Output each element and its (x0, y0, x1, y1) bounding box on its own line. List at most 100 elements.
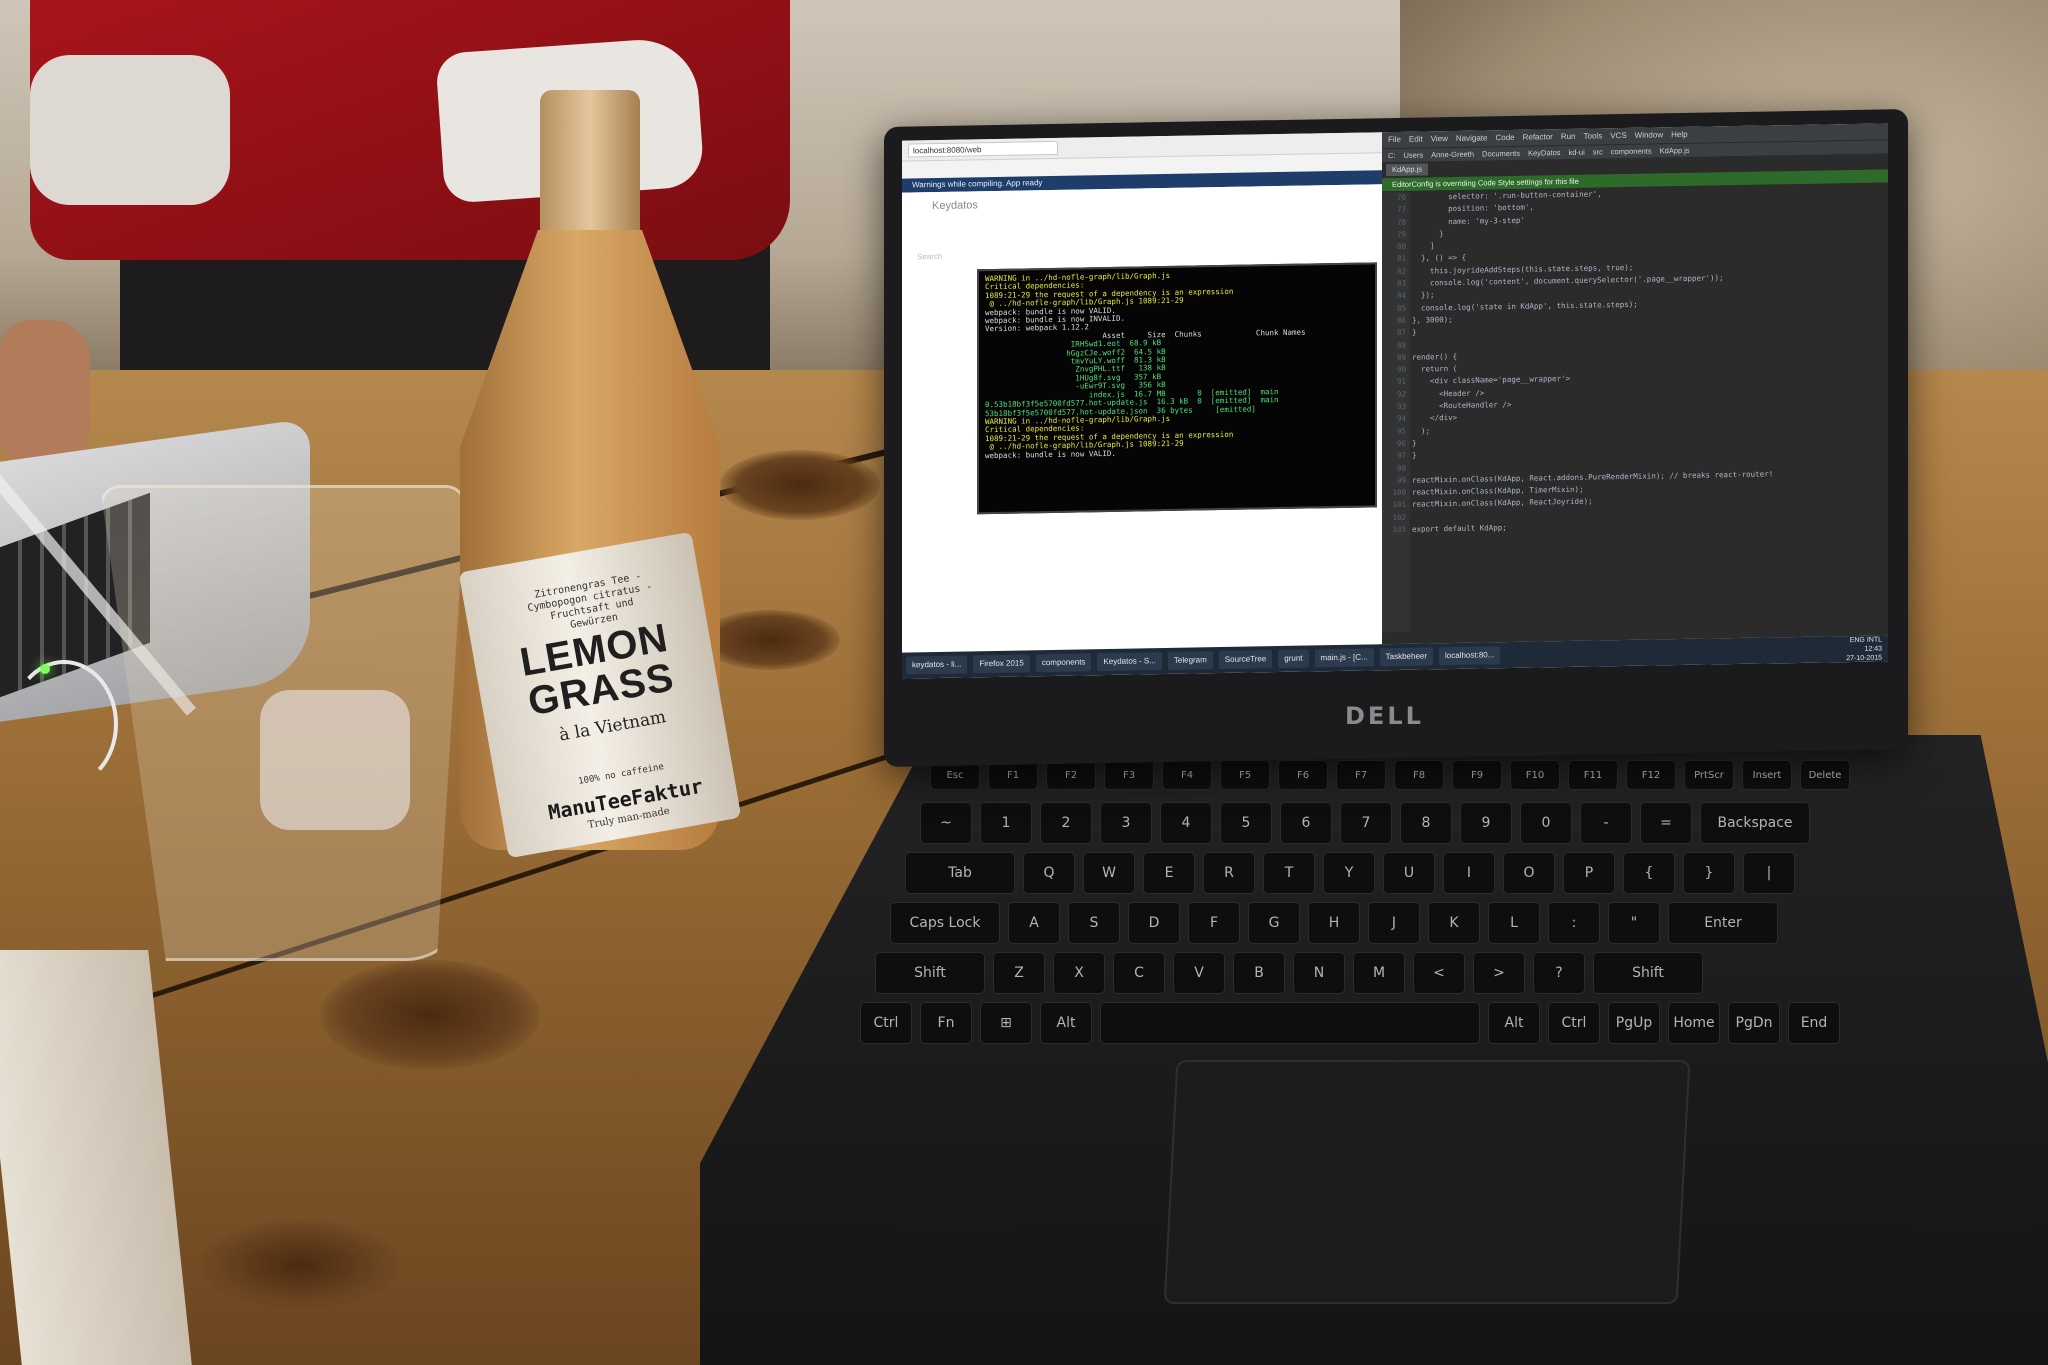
key-alt[interactable]: Alt (1488, 1002, 1540, 1044)
breadcrumb-item[interactable]: Anne-Greeth (1431, 148, 1474, 162)
ide-menu-code[interactable]: Code (1495, 130, 1514, 146)
key-n[interactable]: N (1293, 952, 1345, 994)
key-caps-lock[interactable]: Caps Lock (890, 902, 1000, 944)
key-s[interactable]: S (1068, 902, 1120, 944)
key-p[interactable]: P (1563, 852, 1615, 894)
key-shift[interactable]: Shift (875, 952, 985, 994)
key-v[interactable]: V (1173, 952, 1225, 994)
taskbar-item[interactable]: Taskbeheer (1379, 647, 1434, 667)
key-c[interactable]: C (1113, 952, 1165, 994)
key--[interactable]: : (1548, 902, 1600, 944)
key-f3[interactable]: F3 (1104, 760, 1154, 790)
key-q[interactable]: Q (1023, 852, 1075, 894)
breadcrumb-item[interactable]: KeyDatos (1528, 146, 1561, 160)
key-z[interactable]: Z (993, 952, 1045, 994)
key-delete[interactable]: Delete (1800, 760, 1850, 790)
browser-tab[interactable]: localhost:8080/web (908, 140, 1058, 158)
key-4[interactable]: 4 (1160, 802, 1212, 844)
key-w[interactable]: W (1083, 852, 1135, 894)
taskbar-item[interactable]: SourceTree (1218, 650, 1273, 670)
breadcrumb-item[interactable]: components (1611, 145, 1652, 159)
taskbar-item[interactable]: main.js - [C... (1314, 648, 1374, 668)
key-ctrl[interactable]: Ctrl (1548, 1002, 1600, 1044)
breadcrumb-item[interactable]: C: (1388, 149, 1396, 162)
key-f9[interactable]: F9 (1452, 760, 1502, 790)
key-enter[interactable]: Enter (1668, 902, 1778, 944)
key-ctrl[interactable]: Ctrl (860, 1002, 912, 1044)
key-tab[interactable]: Tab (905, 852, 1015, 894)
ide-menu-help[interactable]: Help (1671, 127, 1687, 143)
key-m[interactable]: M (1353, 952, 1405, 994)
key-9[interactable]: 9 (1460, 802, 1512, 844)
key-alt[interactable]: Alt (1040, 1002, 1092, 1044)
ide-menu-tools[interactable]: Tools (1584, 128, 1603, 144)
key--[interactable]: - (1580, 802, 1632, 844)
ide-menu-edit[interactable]: Edit (1409, 132, 1423, 148)
key--[interactable]: = (1640, 802, 1692, 844)
key--[interactable]: ? (1533, 952, 1585, 994)
key-x[interactable]: X (1053, 952, 1105, 994)
taskbar-item[interactable]: grunt (1278, 649, 1309, 669)
key-end[interactable]: End (1788, 1002, 1840, 1044)
key-1[interactable]: 1 (980, 802, 1032, 844)
key-prtscr[interactable]: PrtScr (1684, 760, 1734, 790)
key-j[interactable]: J (1368, 902, 1420, 944)
key--[interactable]: | (1743, 852, 1795, 894)
key-5[interactable]: 5 (1220, 802, 1272, 844)
key-insert[interactable]: Insert (1742, 760, 1792, 790)
key-home[interactable]: Home (1668, 1002, 1720, 1044)
key-8[interactable]: 8 (1400, 802, 1452, 844)
key--[interactable]: < (1413, 952, 1465, 994)
key-f[interactable]: F (1188, 902, 1240, 944)
key--[interactable]: } (1683, 852, 1735, 894)
key-f5[interactable]: F5 (1220, 760, 1270, 790)
key-i[interactable]: I (1443, 852, 1495, 894)
key--[interactable]: " (1608, 902, 1660, 944)
key-7[interactable]: 7 (1340, 802, 1392, 844)
breadcrumb-item[interactable]: Users (1404, 149, 1424, 162)
ide-menu-vcs[interactable]: VCS (1610, 128, 1626, 144)
key-a[interactable]: A (1008, 902, 1060, 944)
trackpad[interactable] (1163, 1060, 1691, 1304)
code-editor[interactable]: 76 selector: '.run-button-container', 77 … (1382, 183, 1888, 536)
breadcrumb-item[interactable]: kd-ui (1569, 146, 1585, 159)
key-k[interactable]: K (1428, 902, 1480, 944)
breadcrumb-item[interactable]: KdApp.js (1660, 144, 1690, 158)
key-6[interactable]: 6 (1280, 802, 1332, 844)
key-2[interactable]: 2 (1040, 802, 1092, 844)
editor-tab[interactable]: KdApp.js (1386, 163, 1429, 177)
key-h[interactable]: H (1308, 902, 1360, 944)
key-y[interactable]: Y (1323, 852, 1375, 894)
key--[interactable]: ~ (920, 802, 972, 844)
key-0[interactable]: 0 (1520, 802, 1572, 844)
key-f11[interactable]: F11 (1568, 760, 1618, 790)
key-d[interactable]: D (1128, 902, 1180, 944)
ide-menu-window[interactable]: Window (1635, 127, 1663, 143)
taskbar-item[interactable]: localhost:80... (1439, 646, 1501, 666)
key-f8[interactable]: F8 (1394, 760, 1444, 790)
key-f4[interactable]: F4 (1162, 760, 1212, 790)
key-r[interactable]: R (1203, 852, 1255, 894)
key-g[interactable]: G (1248, 902, 1300, 944)
ide-menu-navigate[interactable]: Navigate (1456, 130, 1488, 147)
key-fn[interactable]: Fn (920, 1002, 972, 1044)
key-pgdn[interactable]: PgDn (1728, 1002, 1780, 1044)
breadcrumb-item[interactable]: src (1593, 145, 1603, 158)
key-t[interactable]: T (1263, 852, 1315, 894)
key-3[interactable]: 3 (1100, 802, 1152, 844)
taskbar-item[interactable]: Firefox 2015 (973, 654, 1030, 674)
taskbar-item[interactable]: Telegram (1167, 651, 1213, 670)
key-shift[interactable]: Shift (1593, 952, 1703, 994)
taskbar-item[interactable]: keydatos - li... (906, 655, 968, 675)
taskbar-item[interactable]: Keydatos - S... (1097, 652, 1162, 672)
key-space[interactable] (1100, 1002, 1480, 1044)
ide-menu-run[interactable]: Run (1561, 129, 1576, 145)
key-f12[interactable]: F12 (1626, 760, 1676, 790)
key-e[interactable]: E (1143, 852, 1195, 894)
app-search-field[interactable]: Search (917, 252, 942, 261)
key-f7[interactable]: F7 (1336, 760, 1386, 790)
ide-menu-refactor[interactable]: Refactor (1523, 129, 1553, 146)
key-f2[interactable]: F2 (1046, 760, 1096, 790)
taskbar-item[interactable]: components (1035, 653, 1092, 673)
key--[interactable]: > (1473, 952, 1525, 994)
